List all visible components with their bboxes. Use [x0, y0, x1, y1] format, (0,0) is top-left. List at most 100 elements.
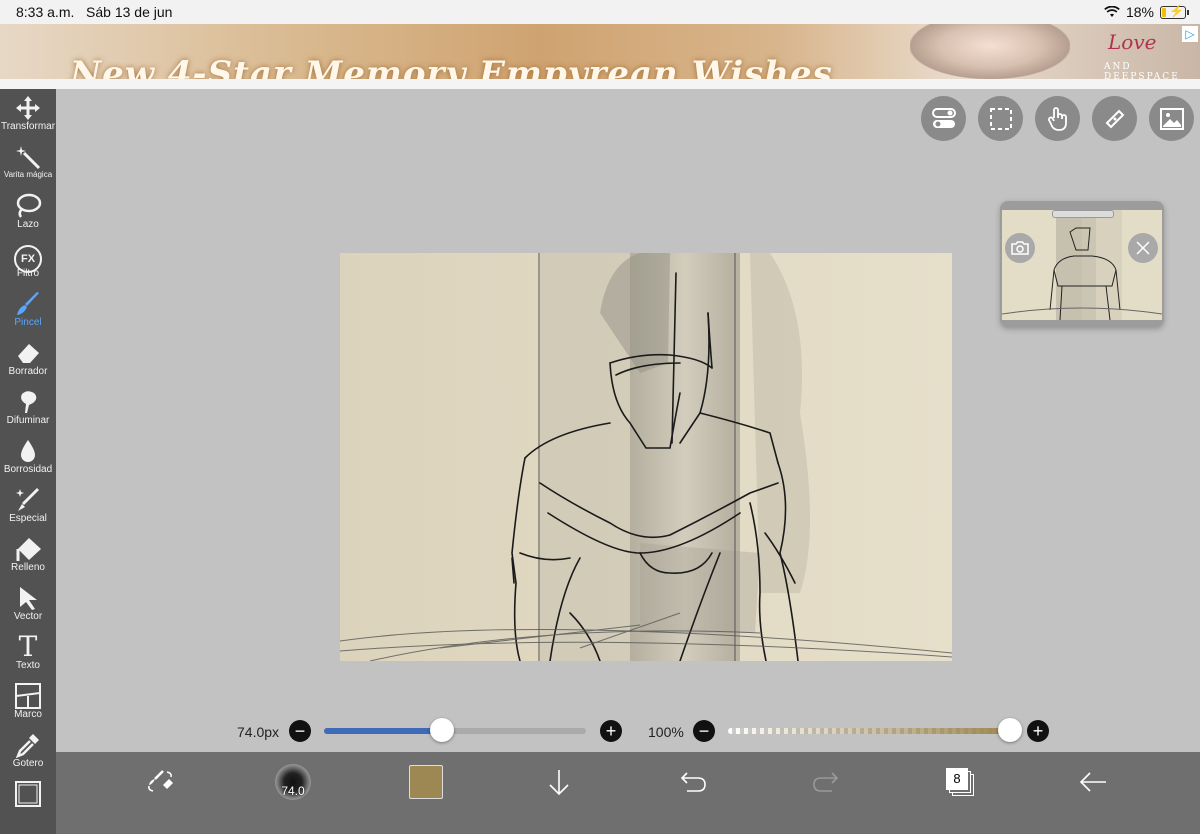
tool-label: Borrosidad: [3, 464, 53, 475]
text-icon: T: [18, 630, 38, 663]
undo-button[interactable]: [676, 752, 710, 812]
tool-label: Pincel: [14, 317, 42, 328]
opacity-gradient: [728, 728, 1010, 734]
drawing-canvas[interactable]: [340, 253, 952, 661]
arrow-left-icon: [1079, 772, 1106, 792]
brush-preview-value: 74.0: [281, 784, 305, 798]
tool-filter[interactable]: FX Filtro: [0, 238, 56, 287]
sketch-artwork: [340, 253, 952, 661]
brush-opacity-slider[interactable]: [728, 728, 1010, 734]
tool-label: Borrador: [8, 366, 48, 377]
tool-magic-wand[interactable]: Varita mágica: [0, 140, 56, 189]
ruler-icon: [1105, 109, 1124, 128]
current-color-swatch: [409, 765, 443, 799]
layers-count: 8: [946, 768, 968, 790]
smudge-icon: [0, 389, 56, 415]
tool-label: Gotero: [12, 758, 44, 769]
download-button[interactable]: [544, 752, 574, 812]
brush-size-slider-fill: [324, 728, 442, 734]
tool-vector[interactable]: Vector: [0, 581, 56, 630]
ad-banner[interactable]: New 4-Star Memory Empyrean Wishes Love A…: [0, 24, 1200, 79]
hand-icon: [1047, 106, 1067, 131]
brush-eraser-swap-icon: [148, 770, 173, 792]
tool-label: Texto: [16, 660, 40, 671]
status-right: 18% ⚡: [1104, 4, 1189, 20]
layers-button[interactable]: 8: [942, 752, 978, 812]
tool-transform[interactable]: Transformar: [0, 91, 56, 140]
color-button[interactable]: [406, 752, 446, 812]
tool-label: Transformar: [0, 121, 56, 132]
reference-preview[interactable]: [1000, 201, 1164, 327]
redo-icon: [813, 772, 839, 792]
tool-smudge[interactable]: Difuminar: [0, 385, 56, 434]
fill-bucket-icon: [0, 536, 56, 562]
tool-label: Relleno: [11, 562, 45, 573]
brush-size-slider-thumb[interactable]: [429, 718, 454, 742]
selection-button[interactable]: [978, 96, 1023, 141]
tool-canvas[interactable]: [0, 777, 56, 826]
tool-label: Varita mágica: [3, 170, 53, 179]
canvas-icon: [0, 781, 56, 807]
preview-camera-button[interactable]: [1005, 233, 1035, 263]
tool-brush[interactable]: Pincel: [0, 287, 56, 336]
undo-icon: [680, 772, 706, 792]
size-decrease-button[interactable]: −: [289, 720, 311, 742]
tool-fill[interactable]: Relleno: [0, 532, 56, 581]
battery-icon: ⚡: [1160, 4, 1189, 19]
move-icon: [0, 95, 56, 121]
tool-label: Difuminar: [6, 415, 50, 426]
battery-percent: 18%: [1125, 4, 1154, 20]
brush-size-slider[interactable]: [324, 728, 586, 734]
eraser-icon: [0, 340, 56, 366]
touch-button[interactable]: [1035, 96, 1080, 141]
size-increase-button[interactable]: +: [600, 720, 622, 742]
ad-headline: New 4-Star Memory Empyrean Wishes: [70, 54, 833, 79]
tool-text[interactable]: T Texto: [0, 630, 56, 679]
ruler-button[interactable]: [1092, 96, 1137, 141]
brush-preview-button[interactable]: 74.0: [270, 752, 316, 812]
magic-wand-icon: [0, 144, 56, 170]
layers-icon: 8: [946, 768, 974, 796]
tool-eraser[interactable]: Borrador: [0, 336, 56, 385]
wifi-icon: [1104, 6, 1120, 17]
opacity-decrease-button[interactable]: −: [693, 720, 715, 742]
tool-label: Lazo: [17, 219, 39, 230]
brush-opacity-value: 100%: [648, 724, 684, 740]
preview-close-button[interactable]: [1128, 233, 1158, 263]
image-icon: [1159, 107, 1184, 130]
ad-character-image: [910, 24, 1070, 79]
brush-icon: [0, 291, 56, 317]
close-icon: [1136, 241, 1150, 255]
status-date: Sáb 13 de jun: [86, 4, 173, 20]
ad-brand-logo: Love: [1108, 30, 1157, 54]
status-time: 8:33 a.m. Sáb 13 de jun: [16, 4, 173, 20]
preview-drag-handle[interactable]: [1052, 210, 1114, 218]
tool-lasso[interactable]: Lazo: [0, 189, 56, 238]
brush-sliders: 74.0px − + 100% − +: [0, 712, 1200, 748]
lasso-icon: [0, 193, 56, 219]
vector-arrow-icon: [0, 585, 56, 611]
toggle-icon: [931, 107, 956, 128]
selection-icon: [989, 107, 1012, 130]
tool-label: Especial: [9, 513, 47, 524]
back-button[interactable]: [1076, 752, 1110, 812]
preview-thumbnail: [1002, 210, 1162, 320]
ad-divider: [0, 79, 1200, 89]
brush-swap-button[interactable]: [138, 752, 182, 812]
tool-special[interactable]: Especial: [0, 483, 56, 532]
tool-blur[interactable]: Borrosidad: [0, 434, 56, 483]
camera-icon: [1011, 241, 1029, 255]
redo-button[interactable]: [809, 752, 843, 812]
status-bar: 8:33 a.m. Sáb 13 de jun 18% ⚡: [0, 0, 1200, 24]
sparkle-pen-icon: [0, 487, 56, 513]
opacity-increase-button[interactable]: +: [1027, 720, 1049, 742]
toggle-button[interactable]: [921, 96, 966, 141]
image-button[interactable]: [1149, 96, 1194, 141]
brush-opacity-slider-thumb[interactable]: [998, 718, 1022, 742]
tool-label: Vector: [13, 611, 43, 622]
frame-icon: [0, 683, 56, 709]
ad-brand-sub: AND DEEPSPACE: [1104, 62, 1180, 79]
ad-choices-icon[interactable]: ▷: [1182, 26, 1198, 42]
bottom-bar: 74.0 8: [56, 752, 1200, 834]
arrow-down-icon: [549, 770, 569, 796]
